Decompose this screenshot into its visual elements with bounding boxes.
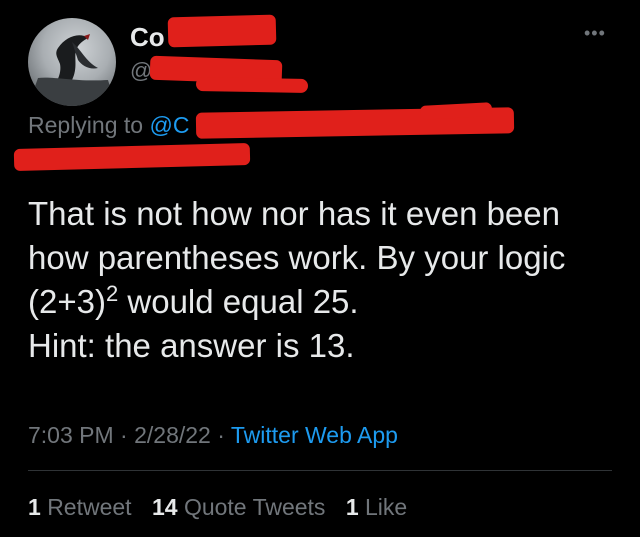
divider (28, 470, 612, 471)
more-icon[interactable]: ••• (584, 24, 610, 42)
tweet-meta: 7:03 PM · 2/28/22 · Twitter Web App (28, 420, 398, 450)
display-name[interactable]: Co (130, 22, 165, 52)
expression-base: (2+3) (28, 283, 106, 320)
likes-stat[interactable]: 1 Like (346, 494, 407, 520)
retweets-label: Retweet (47, 494, 132, 520)
quotes-stat[interactable]: 14 Quote Tweets (152, 494, 325, 520)
tweet-source[interactable]: Twitter Web App (231, 422, 398, 448)
meta-separator: · (113, 422, 135, 448)
tweet: Co @ll ••• Replying to @C That is not ho… (0, 0, 640, 537)
tweet-date[interactable]: 2/28/22 (134, 422, 211, 448)
tweet-text-line-4: Hint: the answer is 13. (28, 327, 355, 364)
exponent: 2 (105, 281, 119, 306)
retweets-stat[interactable]: 1 Retweet (28, 494, 132, 520)
tweet-text-line-1: That is not how nor has it even been (28, 195, 560, 232)
tweet-text-line-3: (2+3)2 would equal 25. (28, 280, 628, 324)
tweet-text-line-2: how parentheses work. By your logic (28, 239, 566, 276)
quotes-label: Quote Tweets (183, 494, 326, 520)
tweet-stats: 1 Retweet 14 Quote Tweets 1 Like (28, 492, 421, 522)
reply-mention[interactable]: @C (149, 112, 189, 138)
quotes-count: 14 (151, 494, 178, 520)
tweet-text: That is not how nor has it even been how… (28, 192, 628, 368)
tweet-time[interactable]: 7:03 PM (28, 422, 114, 448)
likes-count: 1 (345, 494, 359, 520)
replying-label: Replying to (28, 112, 144, 138)
mention-line2-redaction (13, 142, 251, 172)
handle-redaction-2 (195, 77, 309, 93)
name-redaction (167, 14, 277, 48)
avatar-image (28, 34, 116, 106)
avatar[interactable] (28, 18, 116, 106)
retweets-count: 1 (28, 494, 41, 520)
meta-separator-2: · (210, 422, 231, 448)
replying-to: Replying to @C (28, 110, 189, 140)
likes-label: Like (365, 494, 408, 520)
expression-rest: would equal 25. (118, 283, 359, 320)
